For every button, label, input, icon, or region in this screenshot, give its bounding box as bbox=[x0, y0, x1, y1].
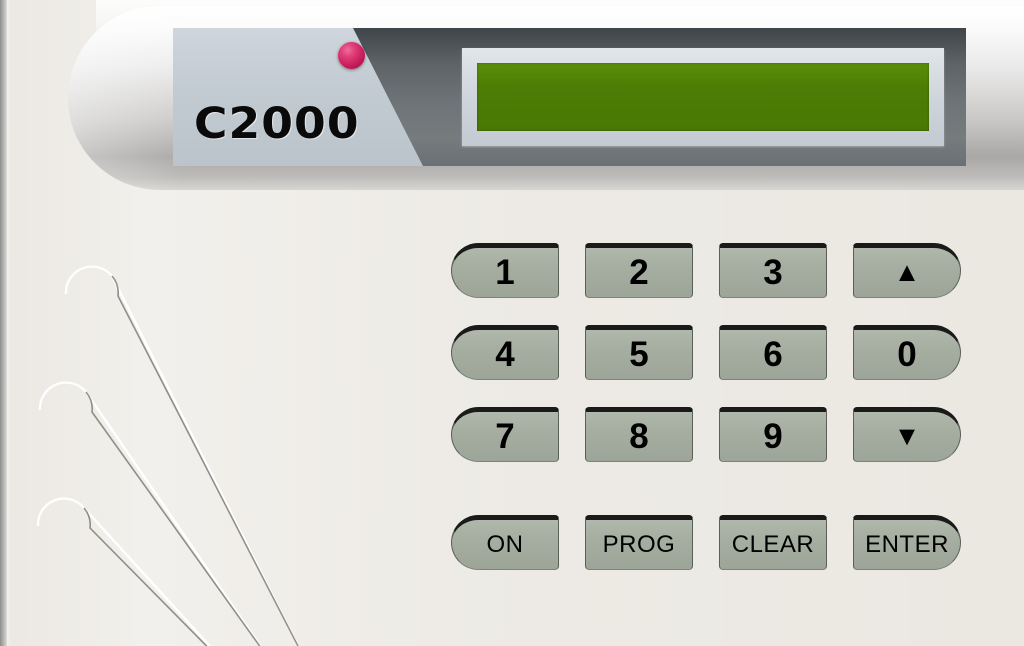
key-label: 8 bbox=[629, 417, 649, 456]
left-edge-rail bbox=[0, 0, 7, 646]
key-label: 1 bbox=[495, 253, 515, 292]
key-label: 6 bbox=[763, 335, 783, 374]
key-label: 5 bbox=[629, 335, 649, 374]
key-2[interactable]: 2 bbox=[585, 243, 693, 298]
key-label: ON bbox=[486, 530, 524, 558]
key-8[interactable]: 8 bbox=[585, 407, 693, 462]
key-on[interactable]: ON bbox=[451, 515, 559, 570]
key-label: CLEAR bbox=[731, 530, 815, 558]
keypad-row-2: 4 5 6 0 bbox=[451, 325, 963, 384]
up-arrow-icon: ▲ bbox=[893, 257, 921, 287]
vent-slot-1 bbox=[64, 265, 300, 646]
key-3[interactable]: 3 bbox=[719, 243, 827, 298]
down-arrow-icon: ▼ bbox=[893, 421, 921, 451]
lcd-display[interactable] bbox=[477, 63, 929, 131]
key-prog[interactable]: PROG bbox=[585, 515, 693, 570]
key-label: PROG bbox=[602, 530, 676, 558]
key-up-arrow[interactable]: ▲ bbox=[853, 243, 961, 298]
key-1[interactable]: 1 bbox=[451, 243, 559, 298]
key-7[interactable]: 7 bbox=[451, 407, 559, 462]
key-5[interactable]: 5 bbox=[585, 325, 693, 380]
key-down-arrow[interactable]: ▼ bbox=[853, 407, 961, 462]
key-label: 0 bbox=[897, 335, 917, 374]
power-led bbox=[338, 42, 365, 69]
key-0[interactable]: 0 bbox=[853, 325, 961, 380]
vent-slot-group bbox=[36, 265, 300, 646]
lcd-bezel bbox=[462, 48, 944, 146]
key-label: 2 bbox=[629, 253, 649, 292]
key-4[interactable]: 4 bbox=[451, 325, 559, 380]
key-label: 3 bbox=[763, 253, 783, 292]
brand-logo: C2000 bbox=[194, 99, 360, 149]
key-label: ENTER bbox=[865, 530, 949, 558]
key-label: 9 bbox=[763, 417, 783, 456]
key-label: 4 bbox=[495, 335, 515, 374]
key-6[interactable]: 6 bbox=[719, 325, 827, 380]
keypad: 1 2 3 ▲ 4 5 6 0 7 8 9 ▼ ON PROG CLEAR EN… bbox=[451, 243, 963, 579]
left-edge-highlight bbox=[7, 0, 11, 646]
key-enter[interactable]: ENTER bbox=[853, 515, 961, 570]
keypad-row-4: ON PROG CLEAR ENTER bbox=[451, 515, 963, 574]
keypad-row-3: 7 8 9 ▼ bbox=[451, 407, 963, 466]
key-label: 7 bbox=[495, 417, 515, 456]
key-clear[interactable]: CLEAR bbox=[719, 515, 827, 570]
keypad-row-1: 1 2 3 ▲ bbox=[451, 243, 963, 302]
c2000-control-panel: C2000 1 2 3 ▲ 4 5 6 0 7 8 9 ▼ ON PROG CL… bbox=[0, 0, 1024, 646]
vent-slot-2 bbox=[38, 381, 262, 646]
key-9[interactable]: 9 bbox=[719, 407, 827, 462]
vent-slot-3 bbox=[36, 497, 212, 646]
